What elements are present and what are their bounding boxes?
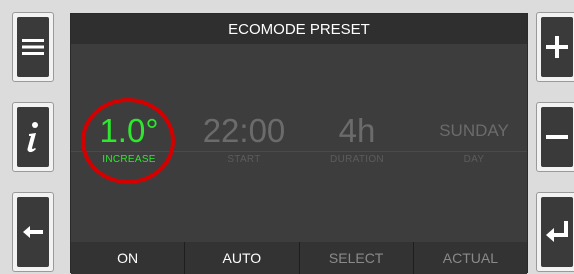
duration-value: 4h	[338, 112, 376, 149]
duration-label: DURATION	[330, 154, 384, 165]
plus-button[interactable]	[536, 12, 574, 82]
menu-icon	[22, 39, 44, 55]
info-button[interactable]	[12, 102, 54, 172]
menu-button[interactable]	[12, 12, 54, 82]
plus-icon	[546, 36, 568, 58]
start-value: 22:00	[202, 112, 286, 149]
param-duration[interactable]: 4h DURATION	[319, 112, 395, 166]
screen-title: ECOMODE PRESET	[71, 14, 527, 44]
day-value: SUNDAY	[439, 121, 509, 140]
back-button[interactable]	[12, 192, 54, 272]
softkey-actual[interactable]: ACTUAL	[413, 242, 527, 274]
enter-button[interactable]	[536, 192, 574, 272]
thermostat-screen: ECOMODE PRESET 1.0° INCREASE 22:00 START…	[70, 13, 528, 274]
enter-icon	[546, 221, 568, 242]
param-start[interactable]: 22:00 START	[191, 112, 297, 166]
softkey-select[interactable]: SELECT	[299, 242, 414, 274]
back-arrow-icon	[23, 226, 43, 238]
day-label: DAY	[463, 154, 485, 165]
softkey-auto[interactable]: AUTO	[185, 242, 300, 274]
info-icon	[27, 122, 38, 153]
minus-icon	[546, 135, 568, 139]
minus-button[interactable]	[536, 102, 574, 172]
softkey-on[interactable]: ON	[71, 242, 186, 274]
param-day[interactable]: SUNDAY DAY	[427, 114, 521, 165]
start-label: START	[227, 154, 261, 165]
softkey-bar: ON AUTO SELECT ACTUAL	[71, 242, 527, 274]
selection-ring	[81, 98, 175, 184]
